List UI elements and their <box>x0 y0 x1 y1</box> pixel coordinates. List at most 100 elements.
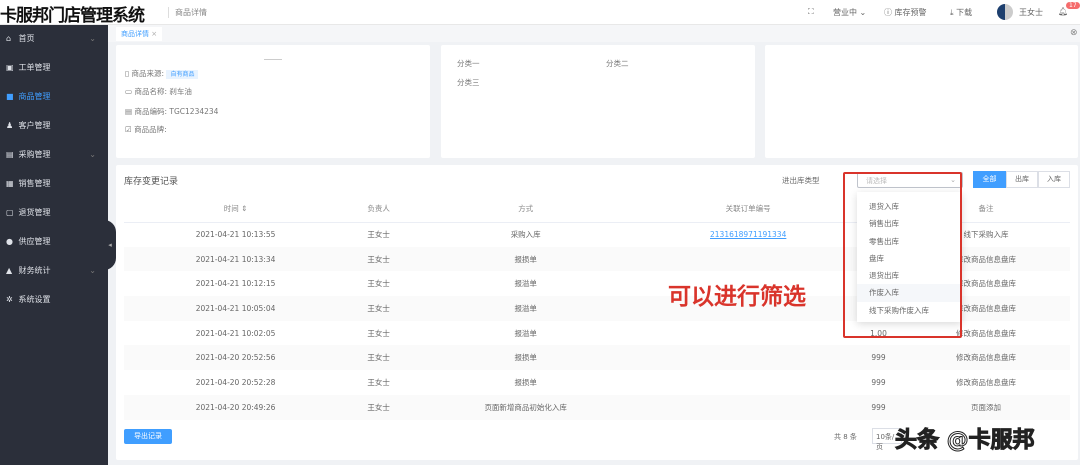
table-cell: 王女士 <box>347 246 411 272</box>
sidebar-item[interactable]: ▤ 采购管理 ⌄ <box>0 141 108 169</box>
sales-icon: ▦ <box>6 179 14 188</box>
table-cell <box>641 321 855 346</box>
sidebar-item-label: 首页 <box>18 34 35 43</box>
table-cell: 999 <box>855 345 902 371</box>
home-icon: ⌂ <box>6 34 12 43</box>
sidebar-item[interactable]: ▦ 销售管理 <box>0 170 108 198</box>
tab-product-detail[interactable]: 商品详情 × <box>116 27 163 41</box>
sidebar-item[interactable]: ■ 商品管理 <box>0 83 108 111</box>
total-count: 共 8 条 <box>834 433 857 441</box>
close-all-icon[interactable]: ⊗ <box>1070 28 1078 38</box>
table-cell: 王女士 <box>347 296 411 321</box>
table-cell: 王女士 <box>347 394 411 420</box>
clipboard-icon: ▣ <box>6 63 14 72</box>
avatar[interactable] <box>997 4 1013 20</box>
column-header: 方式 <box>410 196 642 223</box>
sidebar-item[interactable]: ✲ 系统设置 <box>0 286 108 314</box>
table-cell <box>641 370 855 395</box>
brand-label: 商品品牌: <box>134 125 167 134</box>
fullscreen-icon[interactable]: ⛶ <box>808 7 814 17</box>
table-cell: 999 <box>871 377 886 387</box>
notification-badge: 17 <box>1066 2 1080 9</box>
table-cell: 王女士 <box>347 345 411 371</box>
sidebar-item-label: 商品管理 <box>18 92 51 101</box>
chevron-down-icon: ⌄ <box>89 34 96 43</box>
sidebar-item-label: 客户管理 <box>18 121 51 130</box>
close-icon[interactable]: × <box>151 30 157 38</box>
status-label: 营业中 <box>833 8 857 17</box>
download-label: 下载 <box>956 8 973 17</box>
column-header[interactable]: 时间 ⇕ <box>124 196 348 223</box>
barcode-icon: ▤ <box>125 107 133 116</box>
tab-label: 商品详情 <box>121 30 149 38</box>
category-1: 分类一 <box>457 59 480 68</box>
gear-icon: ✲ <box>6 295 13 304</box>
table-cell: 2021-04-21 10:05:04 <box>124 296 348 321</box>
filter-all-button[interactable]: 全部 <box>973 171 1006 188</box>
source-tag: 自有商品 <box>166 70 199 79</box>
table-cell: 报溢单 <box>514 279 537 289</box>
app-title: 卡服邦门店管理系统 <box>0 6 145 26</box>
sidebar-item-label: 销售管理 <box>18 179 51 188</box>
sidebar-item-label: 供应管理 <box>18 237 51 246</box>
table-cell: 王女士 <box>367 279 390 289</box>
tab-bar <box>108 25 1080 42</box>
sidebar-item[interactable]: ● 供应管理 <box>0 228 108 256</box>
table-cell: 修改商品信息盘库 <box>955 377 1016 387</box>
column-header: 关联订单编号 <box>641 196 856 223</box>
top-header: 卡服邦门店管理系统 商品详情 ⛶ 营业中 ⌄ ⓘ 库存预警 ⤓ 下载 王女士 🔔… <box>0 0 1080 26</box>
filter-label: 进出库类型 <box>782 176 820 185</box>
table-cell: 2131618971191334 <box>641 222 855 247</box>
table-cell: 2021-04-21 10:13:34 <box>124 246 348 272</box>
user-icon: ♟ <box>6 121 14 130</box>
table-cell <box>641 345 856 371</box>
sidebar-item[interactable]: ♟ 客户管理 <box>0 112 108 140</box>
name-label: 商品名称: <box>134 87 168 96</box>
category-2: 分类二 <box>606 59 629 68</box>
table-cell: 报损单 <box>514 377 537 387</box>
table-row: 2021-04-20 20:49:26 王女士 页面新增商品初始化入库 999 页面添加 <box>124 394 1070 420</box>
export-button[interactable]: 导出记录 <box>124 429 172 444</box>
category-3: 分类三 <box>457 78 480 87</box>
sidebar-item[interactable]: ⌂ 首页 ⌄ <box>0 25 108 53</box>
sidebar-item[interactable]: ▣ 工单管理 <box>0 54 108 82</box>
table-cell: 2021-04-20 20:49:26 <box>124 394 348 420</box>
sidebar-item[interactable]: ▲ 财务统计 ⌄ <box>0 257 108 285</box>
goods-icon: ■ <box>6 92 14 101</box>
extra-card <box>765 45 1078 158</box>
filter-out-button[interactable]: 出库 <box>1006 171 1038 188</box>
sidebar-item[interactable]: ▢ 退货管理 <box>0 199 108 227</box>
download-icon: ⤓ <box>950 8 954 17</box>
status-dropdown[interactable]: 营业中 ⌄ <box>833 7 866 18</box>
table-cell: 999 <box>855 394 902 420</box>
table-cell: 2021-04-21 10:12:15 <box>195 279 276 289</box>
brand-icon: ☑ <box>125 125 132 134</box>
table-cell: 王女士 <box>367 230 390 240</box>
category-card: 分类一 分类二 分类三 <box>441 45 755 158</box>
sidebar-item-label: 采购管理 <box>18 150 51 159</box>
chart-icon: ▲ <box>6 266 13 275</box>
cart-icon: ▤ <box>6 150 14 159</box>
box-icon: ▭ <box>125 87 133 96</box>
download-button[interactable]: ⤓ 下载 <box>950 7 972 18</box>
table-cell: 修改商品信息盘库 <box>901 345 1070 371</box>
product-info-card: ▯ 商品来源: 自有商品 ▭ 商品名称: 刹车油 ▤ 商品编码: TGC1234… <box>116 45 430 158</box>
source-label: 商品来源: <box>131 69 165 78</box>
return-icon: ▢ <box>6 208 14 217</box>
table-cell: 采购入库 <box>510 230 541 240</box>
info-icon: ⓘ <box>884 8 892 17</box>
user-name[interactable]: 王女士 <box>1019 7 1043 18</box>
chevron-down-icon: ⌄ <box>89 266 96 275</box>
filter-in-button[interactable]: 入库 <box>1038 171 1070 188</box>
table-cell: 2021-04-21 10:02:05 <box>195 328 276 338</box>
table-row: 2021-04-20 20:52:56 王女士 报损单 999 修改商品信息盘库 <box>124 345 1070 371</box>
order-link[interactable]: 2131618971191334 <box>710 230 786 239</box>
sidebar-item-label: 退货管理 <box>18 208 51 217</box>
sidebar-collapse-handle[interactable]: ◂ <box>104 220 116 270</box>
table-cell: 王女士 <box>367 328 390 338</box>
table-cell: 2021-04-21 10:13:55 <box>195 230 276 240</box>
stock-alert-button[interactable]: ⓘ 库存预警 <box>884 7 927 18</box>
sidebar-item-label: 系统设置 <box>18 295 51 304</box>
name-value: 刹车油 <box>169 87 192 96</box>
sidebar-item-label: 财务统计 <box>18 266 51 275</box>
